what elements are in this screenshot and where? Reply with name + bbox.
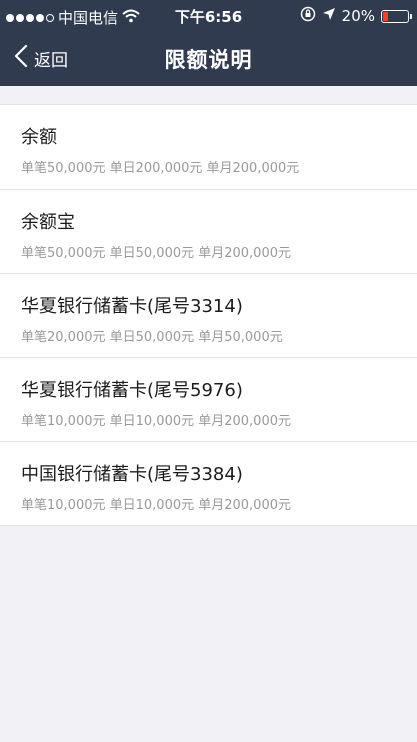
status-bar: 中国电信 下午6:56 20% — [0, 0, 417, 32]
payment-method-name: 华夏银行储蓄卡(尾号5976) — [21, 380, 243, 401]
payment-method-name: 中国银行储蓄卡(尾号3384) — [21, 464, 243, 485]
payment-method-name: 余额 — [21, 127, 57, 148]
payment-method-name: 余额宝 — [21, 212, 75, 233]
payment-limits: 单笔50,000元 单日50,000元 单月200,000元 — [21, 246, 291, 261]
battery-icon — [381, 9, 412, 23]
location-arrow-icon — [322, 7, 336, 25]
orientation-lock-icon — [300, 6, 316, 26]
list-item[interactable]: 中国银行储蓄卡(尾号3384) 单笔10,000元 单日10,000元 单月20… — [0, 441, 417, 525]
list-item[interactable]: 余额 单笔50,000元 单日200,000元 单月200,000元 — [0, 105, 417, 189]
payment-limits: 单笔50,000元 单日200,000元 单月200,000元 — [21, 161, 300, 176]
navigation-bar: 返回 限额说明 — [0, 32, 417, 86]
list-item[interactable]: 华夏银行储蓄卡(尾号5976) 单笔10,000元 单日10,000元 单月20… — [0, 357, 417, 441]
top-bar: 中国电信 下午6:56 20% 返回 限额说明 — [0, 0, 417, 86]
list-item[interactable]: 华夏银行储蓄卡(尾号3314) 单笔20,000元 单日50,000元 单月50… — [0, 273, 417, 357]
status-right: 20% — [300, 6, 412, 26]
payment-method-name: 华夏银行储蓄卡(尾号3314) — [21, 296, 243, 317]
battery-percent: 20% — [341, 7, 375, 25]
payment-limits: 单笔20,000元 单日50,000元 单月50,000元 — [21, 330, 283, 345]
payment-limits: 单笔10,000元 单日10,000元 单月200,000元 — [21, 414, 291, 429]
battery-level — [383, 11, 388, 21]
limit-list: 余额 单笔50,000元 单日200,000元 单月200,000元 余额宝 单… — [0, 104, 417, 526]
payment-limits: 单笔10,000元 单日10,000元 单月200,000元 — [21, 498, 291, 513]
list-item[interactable]: 余额宝 单笔50,000元 单日50,000元 单月200,000元 — [0, 189, 417, 273]
page-title: 限额说明 — [164, 48, 253, 72]
